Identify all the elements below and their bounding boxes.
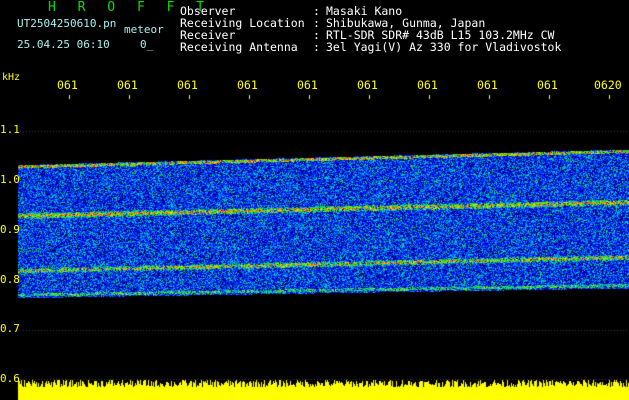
y-tick: 0.7 [0,322,20,335]
x-tick: 061 [237,78,258,92]
x-tick: 061 [297,78,318,92]
antenna-colon: : [313,40,320,54]
antenna-value: 3el Yagi(V) Az 330 for Vladivostok [326,40,562,54]
y-tick: 0.8 [0,273,20,286]
x-tick: 061 [57,78,78,92]
count-label: 0_ [140,38,154,51]
spectrogram-plot [0,0,629,400]
x-tick: 061 [117,78,138,92]
file-name: UT2504250610.pn [17,17,117,30]
x-tick: 061 [417,78,438,92]
date-time: 25.04.25 06:10 [17,38,110,51]
y-tick: 0.6 [0,372,20,385]
y-tick: 1.0 [0,173,20,186]
antenna-key: Receiving Antenna [180,40,298,54]
x-tick: 061 [537,78,558,92]
x-tick: 0620 [594,78,622,92]
y-axis-unit: kHz [2,72,21,83]
y-tick: 1.1 [0,123,20,136]
x-tick: 061 [357,78,378,92]
file-type-label: meteor [124,23,164,36]
x-tick: 061 [177,78,198,92]
x-tick: 061 [477,78,498,92]
y-tick: 0.9 [0,223,20,236]
